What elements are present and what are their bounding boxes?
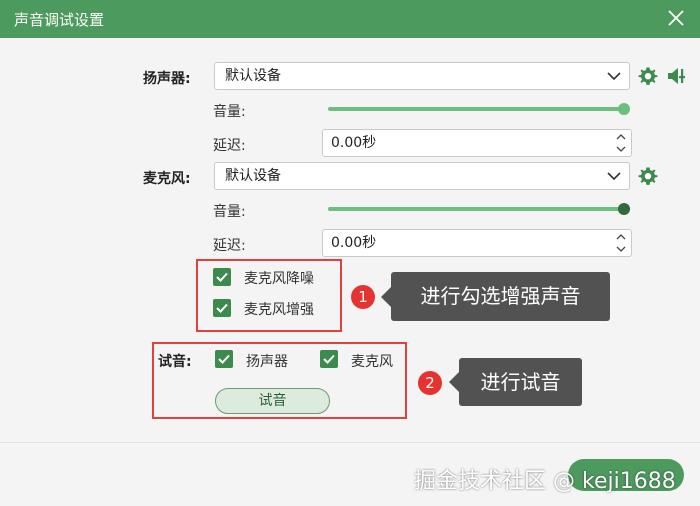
speaker-volume-slider[interactable]: [328, 103, 630, 115]
spin-arrows-icon[interactable]: [615, 132, 627, 154]
chevron-down-icon: [607, 172, 621, 181]
mic-noise-reduction-checkbox[interactable]: [213, 268, 231, 286]
spin-arrows-icon[interactable]: [615, 232, 627, 254]
window-title: 声音调试设置: [14, 11, 105, 29]
annotation-callout-2: 进行试音: [449, 358, 582, 406]
mic-noise-reduction-label: 麦克风降噪: [244, 271, 314, 287]
test-speaker-checkbox[interactable]: [215, 350, 233, 368]
annotation-badge-1: 1: [351, 285, 375, 309]
slider-knob[interactable]: [618, 103, 630, 115]
speaker-delay-spinbox[interactable]: 0.00秒: [322, 129, 632, 157]
test-mic-label: 麦克风: [351, 354, 393, 370]
checkmark-icon: [323, 354, 335, 364]
slider-knob[interactable]: [618, 203, 630, 215]
mic-volume-slider[interactable]: [328, 203, 630, 215]
speaker-volume-icon[interactable]: [666, 65, 688, 87]
mic-delay-value: 0.00秒: [331, 235, 377, 251]
test-label: 试音:: [158, 354, 192, 370]
speaker-settings-gear-icon[interactable]: [638, 66, 658, 86]
annotation-badge-2: 2: [418, 371, 442, 395]
dialog-footer: 掘金技术社区 @ keji1688: [0, 442, 700, 506]
checkmark-icon: [218, 354, 230, 364]
test-mic-checkbox[interactable]: [320, 350, 338, 368]
speaker-label: 扬声器:: [143, 71, 191, 87]
slider-track: [328, 207, 630, 211]
test-sound-button[interactable]: 试音: [215, 388, 330, 414]
mic-volume-label: 音量:: [213, 204, 246, 220]
speaker-device-select[interactable]: 默认设备: [214, 62, 630, 90]
annotation-text-1: 进行勾选增强声音: [420, 284, 581, 308]
speaker-delay-value: 0.00秒: [331, 135, 377, 151]
mic-delay-label: 延迟:: [213, 238, 246, 254]
test-speaker-label: 扬声器: [246, 354, 288, 370]
annotation-callout-1: 进行勾选增强声音: [381, 272, 610, 321]
checkmark-icon: [216, 272, 228, 282]
slider-track: [328, 107, 630, 111]
mic-device-select[interactable]: 默认设备: [214, 162, 630, 190]
callout-tail: [449, 372, 459, 392]
mic-enhance-checkbox[interactable]: [213, 299, 231, 317]
mic-enhance-label: 麦克风增强: [244, 302, 314, 318]
title-bar: 声音调试设置: [0, 0, 700, 38]
callout-tail: [381, 286, 391, 307]
watermark: 掘金技术社区 @ keji1688: [414, 469, 676, 494]
chevron-down-icon: [607, 72, 621, 81]
mic-delay-spinbox[interactable]: 0.00秒: [322, 229, 632, 257]
speaker-device-value: 默认设备: [225, 68, 281, 84]
mic-settings-gear-icon[interactable]: [638, 166, 658, 186]
speaker-volume-label: 音量:: [213, 104, 246, 120]
mic-device-value: 默认设备: [225, 168, 281, 184]
mic-label: 麦克风:: [143, 171, 191, 187]
annotation-text-2: 进行试音: [480, 370, 561, 394]
speaker-delay-label: 延迟:: [213, 138, 246, 154]
checkmark-icon: [216, 303, 228, 313]
close-icon[interactable]: [664, 6, 688, 30]
